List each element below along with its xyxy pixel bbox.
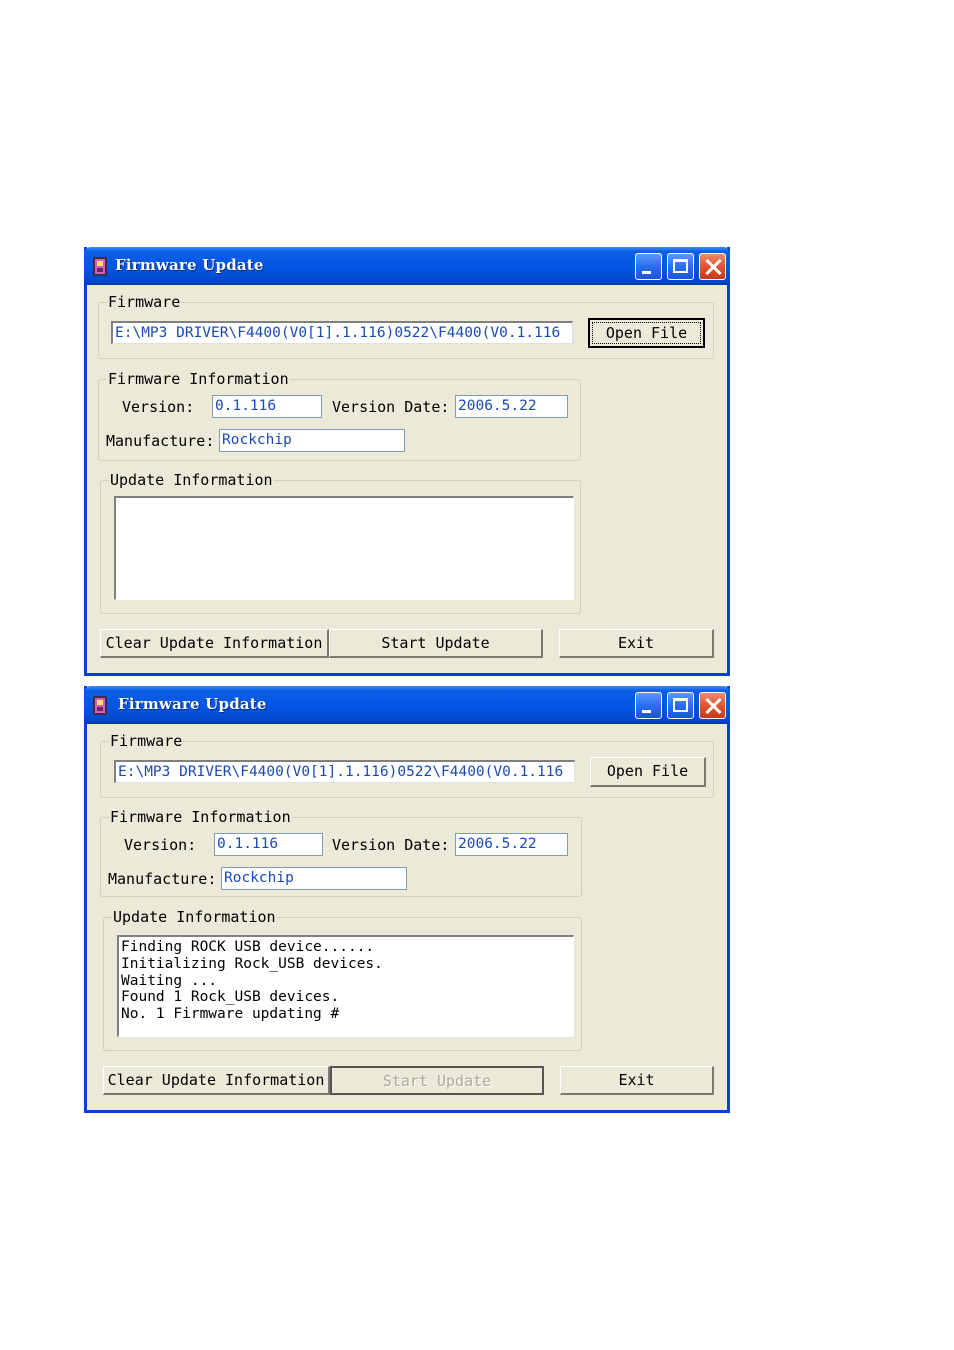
version-label: Version: [122,398,195,416]
firmware-group-label: Firmware [109,732,184,750]
manufacture-label: Manufacture: [108,870,217,888]
title-bar[interactable]: Firmware Update [84,247,730,285]
firmware-group: Firmware E:\MP3 DRIVER\F4400(V0[1].1.116… [98,293,714,359]
maximize-icon[interactable] [667,253,694,280]
exit-button[interactable]: Exit [559,629,714,658]
close-icon[interactable] [699,692,726,719]
update-log[interactable] [114,496,574,600]
title-bar[interactable]: Firmware Update [84,686,730,724]
start-update-button: Start Update [330,1066,544,1095]
manufacture-label: Manufacture: [106,432,215,450]
firmware-information-label: Firmware Information [109,808,292,826]
firmware-information-group: Firmware Information Version: 0.1.116 Ve… [98,370,581,461]
firmware-path-field[interactable]: E:\MP3 DRIVER\F4400(V0[1].1.116)0522\F44… [114,760,575,783]
update-log[interactable]: Finding ROCK USB device...... Initializi… [117,935,574,1037]
manufacture-field[interactable]: Rockchip [221,867,407,890]
update-information-group: Update Information [100,471,581,614]
firmware-group-label: Firmware [107,293,182,311]
update-information-group: Update Information Finding ROCK USB devi… [103,908,582,1051]
close-icon[interactable] [699,253,726,280]
start-update-button[interactable]: Start Update [329,629,543,658]
clear-update-information-button[interactable]: Clear Update Information [100,629,329,658]
version-field[interactable]: 0.1.116 [212,395,322,418]
maximize-icon[interactable] [667,692,694,719]
window-title: Firmware Update [118,695,267,713]
version-field[interactable]: 0.1.116 [214,833,323,856]
app-icon [93,696,107,715]
minimize-icon[interactable] [635,253,662,280]
firmware-path-field[interactable]: E:\MP3 DRIVER\F4400(V0[1].1.116)0522\F44… [111,321,573,344]
open-file-button[interactable]: Open File [588,318,705,348]
version-date-label: Version Date: [332,398,450,416]
version-date-field[interactable]: 2006.5.22 [455,395,568,418]
clear-update-information-button[interactable]: Clear Update Information [103,1066,330,1095]
version-label: Version: [124,836,197,854]
version-date-field[interactable]: 2006.5.22 [455,833,568,856]
firmware-update-window-idle: Firmware Update Firmware E:\MP3 DRIVER\F… [84,247,730,676]
version-date-label: Version Date: [332,836,450,854]
update-information-label: Update Information [109,471,274,489]
firmware-information-label: Firmware Information [107,370,290,388]
firmware-update-window-updating: Firmware Update Firmware E:\MP3 DRIVER\F… [84,686,730,1113]
update-information-label: Update Information [112,908,277,926]
minimize-icon[interactable] [635,692,662,719]
manufacture-field[interactable]: Rockchip [219,429,405,452]
firmware-information-group: Firmware Information Version: 0.1.116 Ve… [100,808,582,897]
app-icon [93,257,107,276]
window-title: Firmware Update [115,256,264,274]
exit-button[interactable]: Exit [560,1066,714,1095]
open-file-button[interactable]: Open File [590,757,706,787]
firmware-group: Firmware E:\MP3 DRIVER\F4400(V0[1].1.116… [100,732,714,798]
